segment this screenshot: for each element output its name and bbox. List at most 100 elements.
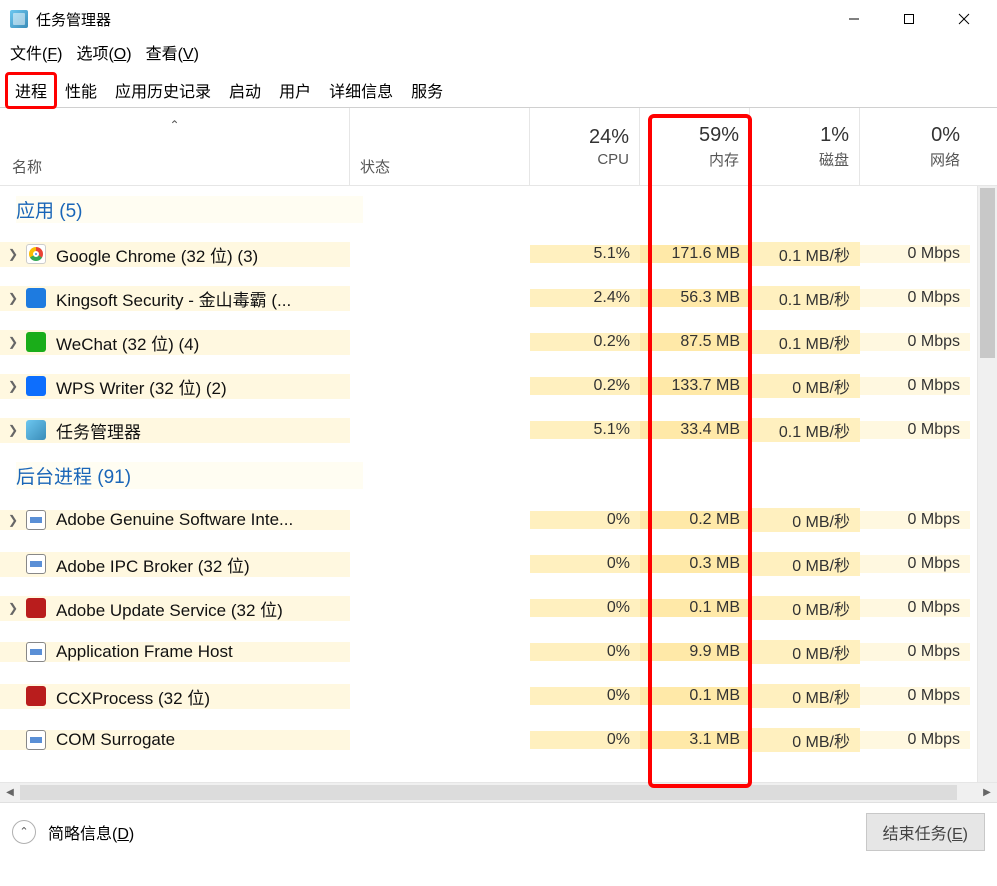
tab-5[interactable]: 详细信息 (320, 73, 402, 108)
cpu-percent: 24% (589, 126, 629, 149)
tab-6[interactable]: 服务 (402, 73, 452, 108)
process-row[interactable]: ❯WPS Writer (32 位) (2)0.2%133.7 MB0 MB/秒… (0, 364, 977, 408)
process-icon (26, 376, 46, 396)
process-icon (26, 554, 46, 574)
vertical-scrollbar[interactable] (977, 186, 997, 782)
process-icon (26, 244, 46, 264)
column-disk[interactable]: 1% 磁盘 (750, 108, 860, 185)
scrollbar-thumb[interactable] (20, 785, 957, 800)
network-cell: 0 Mbps (860, 245, 970, 263)
tab-3[interactable]: 启动 (220, 73, 270, 108)
process-row[interactable]: ❯ WeChat (32 位) (4) 0.2%87.5 MB0.1 MB/秒0 M… (0, 320, 977, 364)
tab-4[interactable]: 用户 (270, 73, 320, 108)
disk-cell: 0 MB/秒 (750, 596, 860, 620)
process-row[interactable]: ❯ Adobe Genuine Software Inte... 0%0.2 MB0… (0, 498, 977, 542)
memory-cell: 0.2 MB (640, 511, 750, 529)
network-cell: 0 Mbps (860, 377, 970, 395)
disk-cell: 0.1 MB/秒 (750, 330, 860, 354)
disk-percent: 1% (820, 124, 849, 147)
column-cpu[interactable]: 24% CPU (530, 108, 640, 185)
process-row[interactable]: COM Surrogate0%3.1 MB0 MB/秒0 Mbps (0, 718, 977, 762)
collapse-button[interactable]: ⌃ (12, 820, 36, 844)
tabstrip: 进程性能应用历史记录启动用户详细信息服务 (0, 72, 997, 108)
expand-icon[interactable]: ❯ (0, 335, 26, 349)
process-row[interactable]: Application Frame Host0%9.9 MB0 MB/秒0 Mb… (0, 630, 977, 674)
group-header[interactable]: 应用 (5) (0, 186, 977, 232)
column-headers: ⌃ 名称 状态 24% CPU 59% 内存 1% 磁盘 0% 网络 (0, 108, 997, 186)
brief-info-link[interactable]: 简略信息(D) (48, 820, 134, 844)
menu-v[interactable]: 查看(V) (146, 40, 199, 64)
process-icon (26, 332, 46, 352)
process-row[interactable]: Adobe IPC Broker (32 位)0%0.3 MB0 MB/秒0 M… (0, 542, 977, 586)
cpu-cell: 5.1% (530, 421, 640, 439)
cpu-cell: 0% (530, 687, 640, 705)
cpu-cell: 0.2% (530, 377, 640, 395)
menubar: 文件(F) 选项(O) 查看(V) (0, 38, 997, 72)
column-network[interactable]: 0% 网络 (860, 108, 970, 185)
tab-1[interactable]: 性能 (56, 73, 106, 108)
expand-icon[interactable]: ❯ (0, 291, 26, 305)
process-name: Adobe Genuine Software Inte... (56, 510, 293, 530)
process-row[interactable]: CCXProcess (32 位)0%0.1 MB0 MB/秒0 Mbps (0, 674, 977, 718)
process-name: WPS Writer (32 位) (2) (56, 374, 227, 399)
scroll-left-icon[interactable]: ◀ (0, 783, 20, 803)
memory-cell: 0.1 MB (640, 599, 750, 617)
menu-o[interactable]: 选项(O) (76, 40, 131, 64)
expand-icon[interactable]: ❯ (0, 423, 26, 437)
titlebar: 任务管理器 (0, 0, 997, 38)
network-percent: 0% (931, 124, 960, 147)
window-controls (826, 0, 991, 38)
process-row[interactable]: ❯Adobe Update Service (32 位)0%0.1 MB0 MB… (0, 586, 977, 630)
minimize-button[interactable] (826, 0, 881, 38)
cpu-cell: 0% (530, 731, 640, 749)
disk-cell: 0 MB/秒 (750, 640, 860, 664)
disk-cell: 0.1 MB/秒 (750, 418, 860, 442)
process-icon (26, 730, 46, 750)
tab-2[interactable]: 应用历史记录 (106, 73, 220, 108)
scrollbar-track[interactable] (20, 783, 977, 802)
process-row[interactable]: ❯任务管理器5.1%33.4 MB0.1 MB/秒0 Mbps (0, 408, 977, 452)
cpu-cell: 5.1% (530, 245, 640, 263)
disk-cell: 0 MB/秒 (750, 684, 860, 708)
disk-label: 磁盘 (819, 149, 849, 170)
menu-f[interactable]: 文件(F) (10, 40, 62, 64)
cpu-cell: 0% (530, 599, 640, 617)
process-name: CCXProcess (32 位) (56, 684, 210, 709)
memory-cell: 9.9 MB (640, 643, 750, 661)
process-name: 任务管理器 (56, 418, 141, 443)
process-name: WeChat (32 位) (4) (56, 330, 199, 355)
disk-cell: 0 MB/秒 (750, 728, 860, 752)
app-icon (10, 10, 28, 28)
network-cell: 0 Mbps (860, 333, 970, 351)
process-name: Google Chrome (32 位) (3) (56, 242, 258, 267)
memory-cell: 133.7 MB (640, 377, 750, 395)
disk-cell: 0 MB/秒 (750, 552, 860, 576)
column-memory[interactable]: 59% 内存 (640, 108, 750, 185)
cpu-cell: 0.2% (530, 333, 640, 351)
memory-cell: 87.5 MB (640, 333, 750, 351)
end-task-button[interactable]: 结束任务(E) (866, 813, 985, 851)
disk-cell: 0 MB/秒 (750, 508, 860, 532)
process-row[interactable]: ❯Google Chrome (32 位) (3)5.1%171.6 MB0.1… (0, 232, 977, 276)
process-row[interactable]: ❯Kingsoft Security - 金山毒霸 (...2.4%56.3 M… (0, 276, 977, 320)
column-status[interactable]: 状态 (350, 108, 530, 185)
expand-icon[interactable]: ❯ (0, 513, 26, 527)
close-button[interactable] (936, 0, 991, 38)
network-cell: 0 Mbps (860, 289, 970, 307)
expand-icon[interactable]: ❯ (0, 379, 26, 393)
expand-icon[interactable]: ❯ (0, 247, 26, 261)
horizontal-scrollbar[interactable]: ◀ ▶ (0, 782, 997, 802)
column-name[interactable]: ⌃ 名称 (0, 108, 350, 185)
process-icon (26, 420, 46, 440)
memory-cell: 56.3 MB (640, 289, 750, 307)
maximize-button[interactable] (881, 0, 936, 38)
footer: ⌃ 简略信息(D) 结束任务(E) (0, 802, 997, 860)
process-table[interactable]: 应用 (5)❯Google Chrome (32 位) (3)5.1%171.6… (0, 186, 977, 782)
tab-0[interactable]: 进程 (6, 73, 56, 108)
scrollbar-thumb[interactable] (980, 188, 995, 358)
expand-icon[interactable]: ❯ (0, 601, 26, 615)
cpu-cell: 0% (530, 511, 640, 529)
scroll-right-icon[interactable]: ▶ (977, 783, 997, 803)
group-header[interactable]: 后台进程 (91) (0, 452, 977, 498)
process-icon (26, 686, 46, 706)
